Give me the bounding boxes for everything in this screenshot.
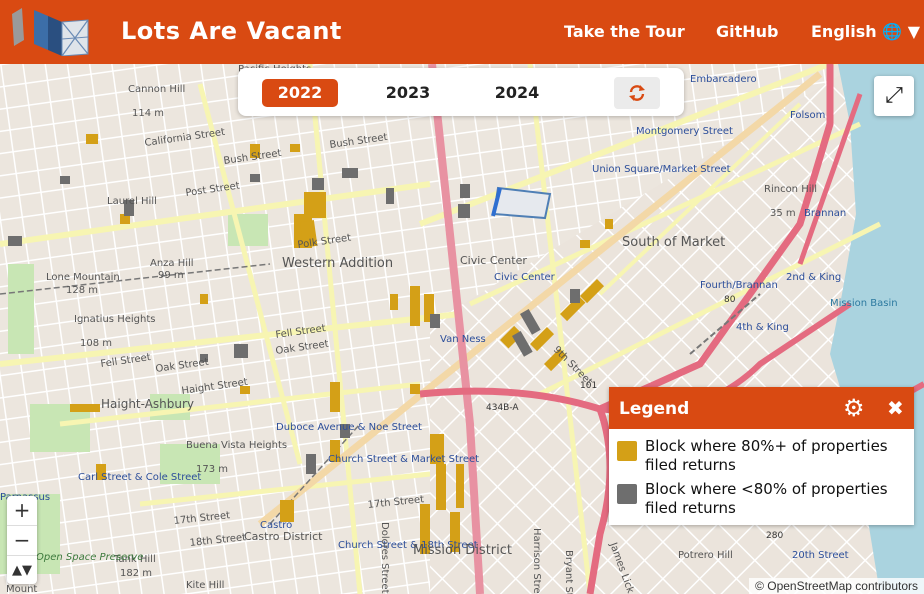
label-van-ness: Van Ness <box>440 334 486 345</box>
label-mission-basin: Mission Basin <box>830 298 898 309</box>
label-western-addition: Western Addition <box>282 256 393 271</box>
label-laurel-hill: Laurel Hill <box>107 196 157 207</box>
fullscreen-button[interactable]: ⤢ <box>874 76 914 116</box>
label-brannan: Brannan <box>804 208 846 219</box>
label-haight-ashbury: Haight-Ashbury <box>101 397 194 411</box>
refresh-icon <box>629 85 645 101</box>
label-mount: Mount <box>6 584 37 594</box>
label-hwy-280: 280 <box>766 531 783 541</box>
label-castro-district: Castro District <box>244 530 323 543</box>
year-button-2022[interactable]: 2022 <box>262 79 338 107</box>
label-rincon-hill: Rincon Hill <box>764 184 817 195</box>
label-union-square: Union Square/Market Street <box>592 164 731 175</box>
label-20th-st: 20th Street <box>792 550 849 561</box>
reset-bearing-button[interactable]: ▲▼ <box>7 556 37 585</box>
legend-item-label: Block where <80% of properties filed ret… <box>645 480 888 517</box>
label-cannon-hill: Cannon Hill <box>128 84 185 95</box>
label-bryant-st: Bryant Street <box>563 550 574 594</box>
label-fourth-brannan: Fourth/Brannan <box>700 280 778 291</box>
label-mission-district: Mission District <box>413 543 512 558</box>
github-link[interactable]: GitHub <box>716 22 779 41</box>
label-fourth-king: 4th & King <box>736 322 789 333</box>
label-kite-hill: Kite Hill <box>186 580 224 591</box>
label-ignatius-elev: 108 m <box>80 338 112 349</box>
logo-icon <box>12 8 89 56</box>
label-duboce: Duboce Avenue & Noe Street <box>276 422 422 433</box>
label-rincon-elev: 35 m <box>770 208 796 219</box>
legend-swatch-gold <box>617 441 637 461</box>
label-harrison-st: Harrison Street <box>531 528 542 594</box>
label-hwy-80: 80 <box>724 295 736 305</box>
label-ignatius: Ignatius Heights <box>74 314 155 325</box>
label-montgomery: Montgomery Street <box>636 126 733 137</box>
label-civic-center: Civic Center <box>460 254 527 267</box>
label-embarcadero: Embarcadero <box>690 74 757 85</box>
legend-item-label: Block where 80%+ of properties filed ret… <box>645 437 888 474</box>
label-anza-hill-elev: 99 m <box>158 270 184 281</box>
gear-icon[interactable]: ⚙ <box>843 394 865 422</box>
zoom-in-button[interactable]: + <box>7 496 37 526</box>
app-header: Lots Are Vacant Take the Tour GitHub Eng… <box>0 0 924 64</box>
legend-swatch-gray <box>617 484 637 504</box>
label-south-of-market: South of Market <box>622 235 725 250</box>
year-selector: 2022 2023 2024 <box>238 68 684 116</box>
zoom-out-button[interactable]: − <box>7 526 37 556</box>
language-selector[interactable]: English 🌐 ▼ <box>811 22 920 41</box>
year-button-2024[interactable]: 2024 <box>479 79 555 107</box>
label-second-king: 2nd & King <box>786 272 841 283</box>
close-icon[interactable]: ✖ <box>887 396 904 420</box>
label-cannon-hill-elev: 114 m <box>132 108 164 119</box>
legend-header: Legend ⚙ ✖ <box>609 387 914 429</box>
label-tank-hill-elev: 182 m <box>120 568 152 579</box>
app-title: Lots Are Vacant <box>121 17 342 45</box>
label-lone-mountain: Lone Mountain <box>46 272 120 283</box>
label-civic-center-stop: Civic Center <box>494 272 556 283</box>
zoom-controls: + − ▲▼ <box>7 496 37 584</box>
label-anza-hill: Anza Hill <box>150 258 194 269</box>
map-attribution[interactable]: © OpenStreetMap contributors <box>749 578 924 594</box>
label-route-i80: 434B-A <box>486 403 519 413</box>
label-carl-cole: Carl Street & Cole Street <box>78 472 201 483</box>
year-button-2023[interactable]: 2023 <box>370 79 446 107</box>
legend-panel: Legend ⚙ ✖ Block where 80%+ of propertie… <box>609 387 914 525</box>
take-tour-link[interactable]: Take the Tour <box>564 22 685 41</box>
legend-title: Legend <box>619 399 690 419</box>
label-buena-vista: Buena Vista Heights <box>186 440 287 451</box>
label-potrero-hill: Potrero Hill <box>678 550 733 561</box>
label-open-space: Open Space Preserve <box>36 552 143 563</box>
label-folsom: Folsom <box>790 110 825 121</box>
label-lone-mountain-elev: 128 m <box>66 285 98 296</box>
label-dolores-st: Dolores Street <box>379 522 390 594</box>
cycle-years-button[interactable] <box>614 77 660 109</box>
label-church-market: Church Street & Market Street <box>328 454 479 465</box>
